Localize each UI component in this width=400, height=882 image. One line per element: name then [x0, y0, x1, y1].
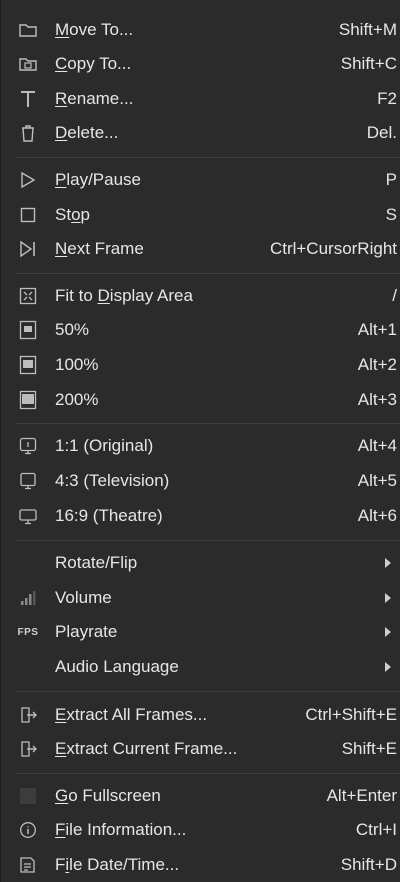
shortcut-label: Del.	[366, 123, 397, 142]
menu-item-label: Copy To...	[55, 54, 132, 73]
menu-item-file-information[interactable]: File Information... Ctrl+I	[1, 813, 400, 847]
volume-icon	[18, 588, 38, 608]
menu-item-zoom-200[interactable]: 200% Alt+3	[1, 383, 400, 417]
menu-item-move-to[interactable]: Move To... Shift+M	[1, 13, 400, 47]
menu-item-label: 1:1 (Original)	[55, 436, 154, 455]
context-menu: Move To... Shift+M Copy To... Shift+C Re…	[0, 0, 400, 882]
menu-item-aspect-tv[interactable]: 4:3 (Television) Alt+5	[1, 464, 400, 498]
shortcut-label: S	[385, 205, 397, 224]
menu-separator	[15, 691, 400, 692]
menu-item-volume[interactable]: Volume	[1, 581, 400, 615]
menu-item-audio-language[interactable]: Audio Language	[1, 650, 400, 684]
shortcut-label: Ctrl+I	[355, 820, 397, 839]
menu-item-label: Delete...	[55, 123, 119, 142]
aspect-original-icon	[18, 436, 38, 456]
submenu-arrow-icon	[385, 593, 391, 603]
menu-item-zoom-50[interactable]: 50% Alt+1	[1, 313, 400, 347]
menu-separator	[15, 773, 400, 774]
zoom-100-icon	[18, 355, 38, 375]
menu-item-go-fullscreen[interactable]: Go Fullscreen Alt+Enter	[1, 779, 400, 813]
shortcut-label: Alt+4	[357, 436, 397, 455]
menu-item-label: Stop	[55, 205, 90, 224]
trash-icon	[18, 123, 38, 143]
submenu-arrow-icon	[385, 662, 391, 672]
extract-all-icon	[18, 705, 38, 725]
file-date-icon	[18, 855, 38, 875]
submenu-arrow-icon	[385, 558, 391, 568]
menu-item-label: 16:9 (Theatre)	[55, 506, 163, 525]
fit-display-icon	[18, 286, 38, 306]
shortcut-label: Alt+5	[357, 471, 397, 490]
menu-item-delete[interactable]: Delete... Del.	[1, 116, 400, 150]
menu-item-label: Playrate	[55, 622, 118, 641]
menu-item-fit-display[interactable]: Fit to Display Area /	[1, 279, 400, 313]
zoom-50-icon	[18, 320, 38, 340]
shortcut-label: F2	[377, 89, 397, 108]
submenu-arrow-icon	[385, 627, 391, 637]
info-icon	[18, 820, 38, 840]
menu-item-extract-all-frames[interactable]: Extract All Frames... Ctrl+Shift+E	[1, 698, 400, 732]
menu-item-play-pause[interactable]: Play/Pause P	[1, 163, 400, 197]
shortcut-label: Ctrl+CursorRight	[269, 239, 397, 258]
menu-separator	[15, 157, 400, 158]
stop-icon	[18, 205, 38, 225]
shortcut-label: P	[385, 170, 397, 189]
extract-current-icon	[18, 739, 38, 759]
rename-icon	[18, 89, 38, 109]
fps-icon: FPS	[18, 622, 38, 642]
shortcut-label: Alt+3	[357, 390, 397, 409]
menu-separator	[15, 540, 400, 541]
menu-item-label: Extract Current Frame...	[55, 739, 238, 758]
menu-item-rename[interactable]: Rename... F2	[1, 82, 400, 116]
menu-item-label: Next Frame	[55, 239, 144, 258]
shortcut-label: /	[392, 286, 397, 305]
menu-item-label: File Date/Time...	[55, 855, 180, 874]
folder-copy-icon	[18, 54, 38, 74]
menu-item-playrate[interactable]: FPS Playrate	[1, 615, 400, 649]
aspect-tv-icon	[18, 471, 38, 491]
shortcut-label: Alt+6	[357, 506, 397, 525]
menu-separator	[15, 423, 400, 424]
menu-item-file-date-time[interactable]: File Date/Time... Shift+D	[1, 848, 400, 882]
menu-item-copy-to[interactable]: Copy To... Shift+C	[1, 47, 400, 81]
menu-item-label: Rotate/Flip	[55, 553, 138, 572]
menu-item-label: Move To...	[55, 20, 134, 39]
menu-item-label: Fit to Display Area	[55, 286, 193, 305]
folder-move-icon	[18, 20, 38, 40]
menu-item-label: 100%	[55, 355, 99, 374]
next-frame-icon	[18, 239, 38, 259]
menu-item-label: 4:3 (Television)	[55, 471, 170, 490]
menu-item-zoom-100[interactable]: 100% Alt+2	[1, 348, 400, 382]
shortcut-label: Ctrl+Shift+E	[305, 705, 397, 724]
menu-item-next-frame[interactable]: Next Frame Ctrl+CursorRight	[1, 232, 400, 266]
menu-item-rotate-flip[interactable]: Rotate/Flip	[1, 546, 400, 580]
menu-item-label: Go Fullscreen	[55, 786, 161, 805]
menu-item-label: Audio Language	[55, 657, 179, 676]
menu-item-label: 50%	[55, 320, 90, 339]
shortcut-label: Shift+E	[341, 739, 397, 758]
menu-item-label: Rename...	[55, 89, 134, 108]
shortcut-label: Alt+2	[357, 355, 397, 374]
zoom-200-icon	[18, 390, 38, 410]
menu-item-label: File Information...	[55, 820, 187, 839]
fullscreen-icon	[18, 786, 38, 806]
menu-item-aspect-theatre[interactable]: 16:9 (Theatre) Alt+6	[1, 499, 400, 533]
fps-icon-text: FPS	[17, 626, 39, 638]
shortcut-label: Alt+1	[357, 320, 397, 339]
menu-separator	[15, 273, 400, 274]
shortcut-label: Shift+D	[340, 855, 397, 874]
menu-item-extract-current-frame[interactable]: Extract Current Frame... Shift+E	[1, 732, 400, 766]
shortcut-label: Alt+Enter	[326, 786, 397, 805]
menu-item-label: 200%	[55, 390, 99, 409]
play-icon	[18, 170, 38, 190]
menu-item-label: Play/Pause	[55, 170, 142, 189]
menu-item-aspect-original[interactable]: 1:1 (Original) Alt+4	[1, 429, 400, 463]
aspect-theatre-icon	[18, 506, 38, 526]
menu-item-label: Volume	[55, 588, 112, 607]
shortcut-label: Shift+C	[340, 54, 397, 73]
menu-item-label: Extract All Frames...	[55, 705, 208, 724]
menu-item-stop[interactable]: Stop S	[1, 198, 400, 232]
shortcut-label: Shift+M	[338, 20, 397, 39]
